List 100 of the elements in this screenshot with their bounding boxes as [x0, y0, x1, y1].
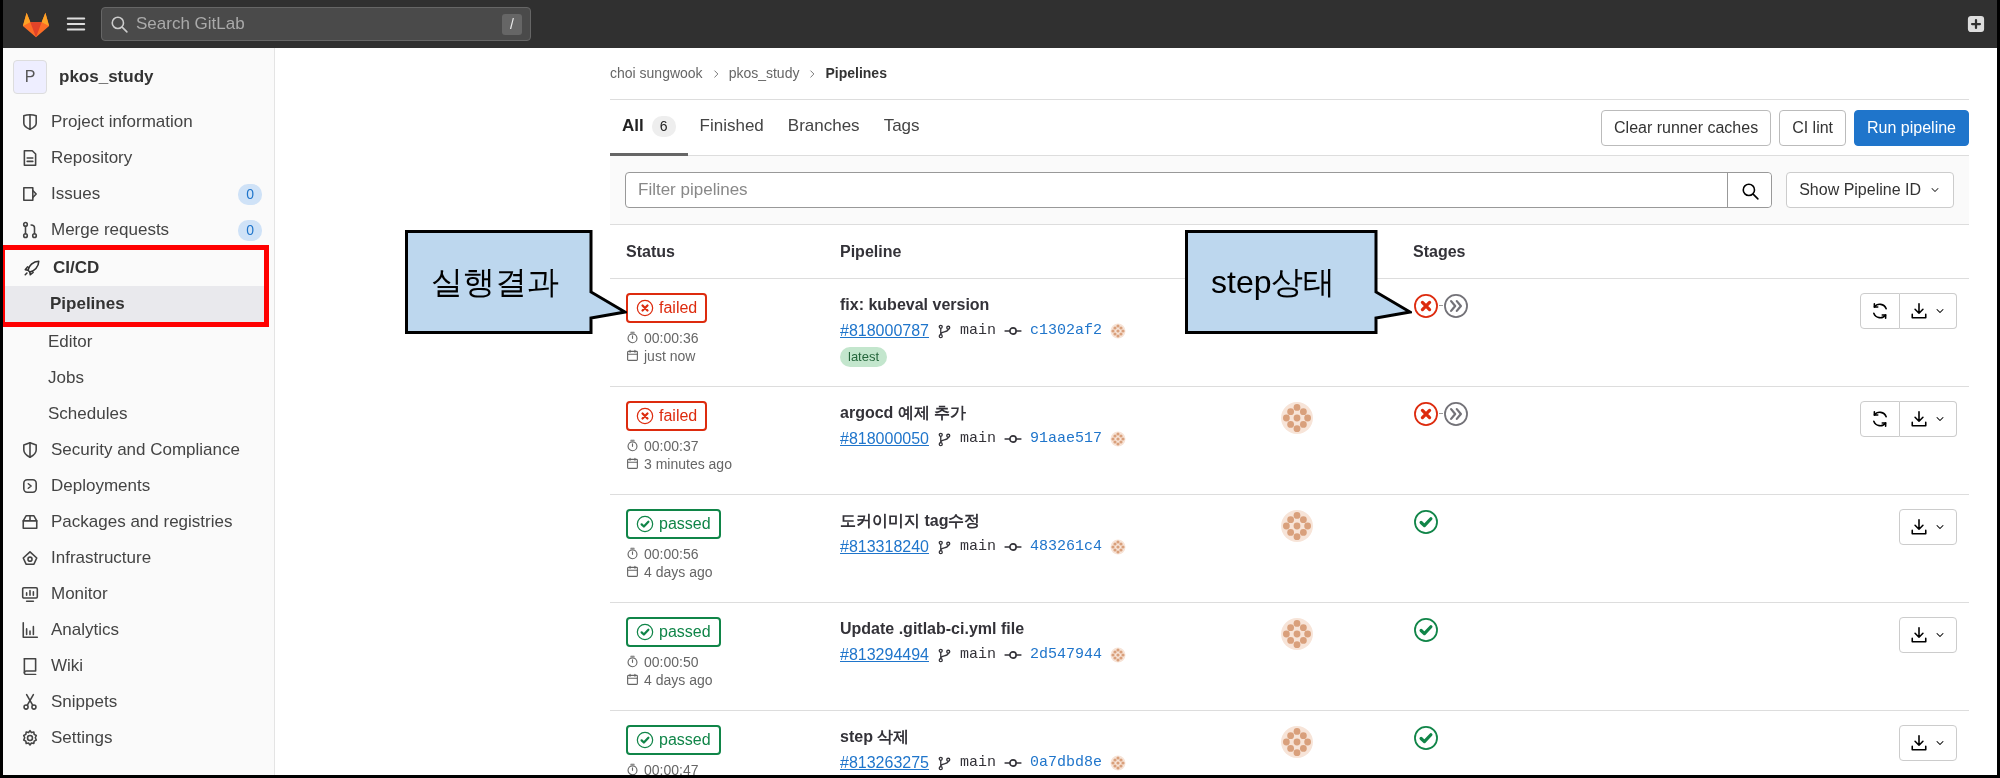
commit-title[interactable]: argocd 예제 추가: [840, 401, 967, 425]
calendar-icon: [626, 349, 639, 362]
commit-author-avatar-icon: [1110, 431, 1126, 447]
sidebar-item[interactable]: Analytics: [3, 612, 274, 648]
status-badge[interactable]: passed: [626, 725, 721, 755]
stage-button[interactable]: [1413, 617, 1439, 643]
display-dropdown[interactable]: Show Pipeline ID: [1786, 172, 1954, 208]
download-dropdown[interactable]: [1899, 617, 1957, 653]
status-passed-icon: [1413, 725, 1439, 751]
sidebar-item[interactable]: Snippets: [3, 684, 274, 720]
sidebar-item[interactable]: Infrastructure: [3, 540, 274, 576]
stage-button[interactable]: [1413, 509, 1439, 535]
commit-title[interactable]: Update .gitlab-ci.yml file: [840, 617, 1025, 641]
stage-button[interactable]: [1413, 293, 1439, 319]
sidebar-item[interactable]: Packages and registries: [3, 504, 274, 540]
sidebar-item[interactable]: Monitor: [3, 576, 274, 612]
status-badge[interactable]: passed: [626, 509, 721, 539]
toolbar-button[interactable]: Clear runner caches: [1601, 109, 1772, 146]
project-icon: [21, 113, 39, 131]
status-badge[interactable]: failed: [626, 293, 708, 323]
sidebar-item[interactable]: Wiki: [3, 648, 274, 684]
stage-button[interactable]: [1413, 401, 1439, 427]
commit-sha[interactable]: c1302af2: [1030, 319, 1102, 343]
pipeline-link[interactable]: #813294494: [840, 643, 929, 667]
commit-title[interactable]: 도커이미지 tag수정: [840, 509, 981, 533]
sidebar-item[interactable]: Issues 0: [3, 176, 274, 212]
project-name[interactable]: pkos_study: [59, 64, 154, 90]
tag-label: latest: [840, 347, 888, 367]
pipeline-link[interactable]: #818000787: [840, 319, 929, 343]
timer-icon: [626, 655, 639, 668]
run-pipeline-button[interactable]: Run pipeline: [1854, 109, 1969, 146]
pipeline-link[interactable]: #813263275: [840, 751, 929, 775]
branch-name[interactable]: main: [960, 751, 996, 775]
download-icon: [1910, 302, 1928, 320]
tab[interactable]: Finished: [687, 99, 776, 156]
duration: 00:00:36: [644, 328, 699, 347]
search-button[interactable]: [1727, 173, 1772, 207]
tab[interactable]: Branches: [775, 99, 872, 156]
book-icon: [21, 657, 39, 675]
status-badge[interactable]: passed: [626, 617, 721, 647]
column-header: Status: [626, 241, 675, 262]
sidebar-item[interactable]: CI/CD: [5, 250, 264, 286]
sidebar-item[interactable]: Merge requests 0: [3, 212, 274, 248]
branch-icon: [937, 431, 952, 447]
calendar-icon: [626, 457, 639, 470]
download-dropdown[interactable]: [1900, 401, 1957, 437]
commit-sha[interactable]: 91aae517: [1030, 427, 1102, 451]
pipeline-link[interactable]: #813318240: [840, 535, 929, 559]
commit-sha[interactable]: 2d547944: [1030, 643, 1102, 667]
branch-name[interactable]: main: [960, 535, 996, 559]
pipeline-link[interactable]: #818000050: [840, 427, 929, 451]
breadcrumb-link[interactable]: Pipelines: [825, 63, 887, 84]
calendar-icon: [626, 565, 639, 578]
commit-title[interactable]: fix: kubeval version: [840, 293, 990, 317]
sidebar-subitem[interactable]: Jobs: [3, 360, 274, 396]
breadcrumb-link[interactable]: choi sungwook: [610, 63, 703, 84]
callout: 실행결과: [405, 230, 627, 334]
search-icon: [110, 15, 128, 33]
timer-icon: [626, 547, 639, 560]
sidebar-subitem[interactable]: Schedules: [3, 396, 274, 432]
sidebar-subitem[interactable]: Pipelines: [5, 286, 264, 322]
retry-button[interactable]: [1860, 401, 1900, 437]
sidebar-item[interactable]: Deployments: [3, 468, 274, 504]
sidebar-item[interactable]: Project information: [3, 104, 274, 140]
status-passed-icon: [1413, 509, 1439, 535]
toolbar-button[interactable]: CI lint: [1779, 109, 1847, 146]
commit-sha[interactable]: 483261c4: [1030, 535, 1102, 559]
status-failed-icon: [1413, 293, 1439, 319]
download-dropdown[interactable]: [1899, 725, 1957, 761]
branch-name[interactable]: main: [960, 643, 996, 667]
duration: 00:00:47: [644, 760, 699, 775]
branch-icon: [937, 755, 952, 771]
sidebar-subitem[interactable]: Editor: [3, 324, 274, 360]
count-badge: 6: [651, 115, 676, 137]
commit-author-avatar-icon: [1110, 323, 1126, 339]
commit-author-avatar-icon: [1110, 539, 1126, 555]
download-dropdown[interactable]: [1899, 509, 1957, 545]
branch-name[interactable]: main: [960, 427, 996, 451]
commit-sha[interactable]: 0a7dbd8e: [1030, 751, 1102, 775]
branch-icon: [937, 323, 952, 339]
refresh-icon: [1871, 410, 1889, 428]
retry-button[interactable]: [1860, 293, 1900, 329]
stage-button[interactable]: [1413, 725, 1439, 751]
search-box[interactable]: Search GitLab /: [101, 7, 531, 41]
commit-title[interactable]: step 삭제: [840, 725, 910, 749]
branch-name[interactable]: main: [960, 319, 996, 343]
monitor-icon: [21, 585, 39, 603]
stage-button[interactable]: [1443, 293, 1469, 319]
sidebar-item[interactable]: Security and Compliance: [3, 432, 274, 468]
search-field[interactable]: Search GitLab: [134, 10, 497, 38]
tab[interactable]: Tags: [871, 99, 932, 156]
breadcrumb-link[interactable]: pkos_study: [728, 63, 800, 84]
sidebar-item[interactable]: Settings: [3, 720, 274, 756]
download-dropdown[interactable]: [1900, 293, 1957, 329]
status-skipped-icon: [1443, 401, 1469, 427]
stage-button[interactable]: [1443, 401, 1469, 427]
calendar-icon: [626, 673, 639, 686]
status-badge[interactable]: failed: [626, 401, 708, 431]
sidebar-item[interactable]: Repository: [3, 140, 274, 176]
duration: 00:00:56: [644, 544, 699, 563]
